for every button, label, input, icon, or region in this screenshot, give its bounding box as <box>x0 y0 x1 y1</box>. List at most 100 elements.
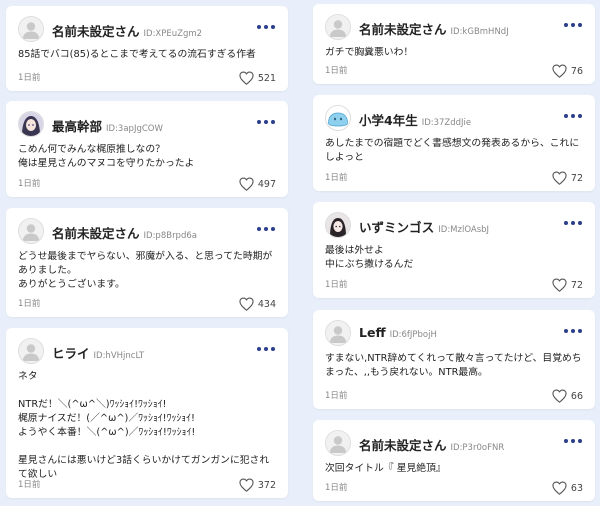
more-options-button[interactable] <box>256 224 276 234</box>
default-avatar[interactable] <box>325 14 351 40</box>
comment-header: 最高幹部 ID:3apJgCOW <box>18 111 276 139</box>
like-button[interactable]: 434 <box>239 296 276 312</box>
slime-avatar[interactable] <box>325 105 351 131</box>
username[interactable]: 小学4年生 <box>359 113 418 128</box>
timestamp: 1日前 <box>325 66 348 76</box>
like-button[interactable]: 76 <box>552 63 583 79</box>
dot-icon <box>271 120 275 124</box>
timestamp: 1日前 <box>325 483 348 493</box>
comment-text: ガチで胸糞悪いわ！ <box>325 47 414 58</box>
timestamp: 1日前 <box>325 391 348 401</box>
dot-icon <box>264 227 268 231</box>
timestamp: 1日前 <box>18 480 41 490</box>
comment-text: 85話でバコ(85)るとこまで考えてるの流石すぎる作者 <box>18 49 256 60</box>
like-count: 66 <box>570 390 583 402</box>
dot-icon <box>571 439 575 443</box>
comment-text: こめん何でみんな梶原推しなの？ 俺は星見さんのマヌコを守りたかったよ <box>18 144 195 169</box>
like-button[interactable]: 497 <box>239 176 276 192</box>
timestamp: 1日前 <box>18 299 41 309</box>
more-options-button[interactable] <box>563 20 583 30</box>
username[interactable]: ヒライ <box>52 346 90 361</box>
timestamp: 1日前 <box>325 173 348 183</box>
username[interactable]: 名前未設定さん <box>359 438 447 453</box>
comment-card: ヒライ ID:hVHjncLT ネタ NTRだ！＼(^ω^＼)ﾜｯｼｮｲ!ﾜｯｼｮ… <box>6 328 288 498</box>
heart-icon <box>239 297 254 311</box>
like-button[interactable]: 72 <box>552 170 583 186</box>
default-avatar[interactable] <box>325 320 351 346</box>
dot-icon <box>578 221 582 225</box>
more-options-button[interactable] <box>256 117 276 127</box>
heart-icon <box>552 278 567 292</box>
more-options-button[interactable] <box>256 344 276 354</box>
dot-icon <box>264 25 268 29</box>
comment-text: ネタ NTRだ！＼(^ω^＼)ﾜｯｼｮｲ!ﾜｯｼｮｲ! 梶原ナイスだ！(／^ω^… <box>18 371 270 480</box>
like-button[interactable]: 372 <box>239 477 276 493</box>
user-id: ID:XPEuZgm2 <box>143 29 203 39</box>
username[interactable]: 名前未設定さん <box>52 226 140 241</box>
comment-header: 名前未設定さん ID:kGBmHNdJ <box>325 14 583 42</box>
user-id: ID:6fJPbojH <box>389 330 437 340</box>
comment-header: 名前未設定さん ID:p8Brpd6a <box>18 218 276 246</box>
default-avatar[interactable] <box>18 218 44 244</box>
dot-icon <box>257 347 261 351</box>
user-id: ID:p8Brpd6a <box>143 231 197 241</box>
comment-text: どうせ最後までヤらない、邪魔が入る、と思ってた時期がありました。 ありがとうござ… <box>18 251 273 290</box>
dot-icon <box>571 329 575 333</box>
user-id: ID:3apJgCOW <box>106 124 163 134</box>
user-id: ID:37ZddJie <box>421 118 472 128</box>
heart-icon <box>239 71 254 85</box>
username[interactable]: 最高幹部 <box>52 119 102 134</box>
dot-icon <box>257 120 261 124</box>
comment-card: 名前未設定さん ID:XPEuZgm2 85話でバコ(85)るとこまで考えてるの流… <box>6 6 288 91</box>
more-options-button[interactable] <box>256 22 276 32</box>
comment-header: 名前未設定さん ID:XPEuZgm2 <box>18 16 276 44</box>
heart-icon <box>552 64 567 78</box>
comment-header: 小学4年生 ID:37ZddJie <box>325 105 583 133</box>
dot-icon <box>571 221 575 225</box>
timestamp: 1日前 <box>18 179 41 189</box>
more-options-button[interactable] <box>563 326 583 336</box>
like-count: 63 <box>570 482 583 494</box>
dot-icon <box>564 221 568 225</box>
like-button[interactable]: 72 <box>552 277 583 293</box>
comment-card: Leff ID:6fJPbojH すまない,NTR辞めてくれって散々言ってたけど、… <box>313 310 595 409</box>
comment-card: 最高幹部 ID:3apJgCOW こめん何でみんな梶原推しなの？ 俺は星見さんのマ… <box>6 101 288 197</box>
comment-header: いずミンゴス ID:MzlOAsbJ <box>325 212 583 240</box>
timestamp: 1日前 <box>18 73 41 83</box>
heart-icon <box>552 481 567 495</box>
like-button[interactable]: 66 <box>552 388 583 404</box>
like-count: 72 <box>570 172 583 184</box>
heart-icon <box>239 177 254 191</box>
username[interactable]: いずミンゴス <box>359 220 434 235</box>
username[interactable]: Leff <box>359 325 386 340</box>
dot-icon <box>271 347 275 351</box>
comment-header: 名前未設定さん ID:P3r0oFNR <box>325 430 583 458</box>
more-options-button[interactable] <box>563 436 583 446</box>
dot-icon <box>578 329 582 333</box>
like-count: 521 <box>257 72 276 84</box>
user-id: ID:P3r0oFNR <box>450 443 505 453</box>
user-id: ID:kGBmHNdJ <box>450 27 509 37</box>
dot-icon <box>578 439 582 443</box>
comment-card: 名前未設定さん ID:p8Brpd6a どうせ最後までヤらない、邪魔が入る、と思っ… <box>6 208 288 317</box>
like-count: 372 <box>257 479 276 491</box>
dark-hair-avatar[interactable] <box>325 212 351 238</box>
comment-text: 次回タイトル『 星見絶頂』 <box>325 463 446 474</box>
default-avatar[interactable] <box>325 430 351 456</box>
timestamp: 1日前 <box>325 280 348 290</box>
heart-icon <box>552 389 567 403</box>
dot-icon <box>578 114 582 118</box>
like-count: 497 <box>257 178 276 190</box>
default-avatar[interactable] <box>18 16 44 42</box>
like-button[interactable]: 63 <box>552 480 583 496</box>
username[interactable]: 名前未設定さん <box>52 24 140 39</box>
default-avatar[interactable] <box>18 338 44 364</box>
dot-icon <box>257 227 261 231</box>
dot-icon <box>578 23 582 27</box>
anime-girl-avatar[interactable] <box>18 111 44 137</box>
username[interactable]: 名前未設定さん <box>359 22 447 37</box>
like-button[interactable]: 521 <box>239 70 276 86</box>
more-options-button[interactable] <box>563 218 583 228</box>
more-options-button[interactable] <box>563 111 583 121</box>
dot-icon <box>264 120 268 124</box>
